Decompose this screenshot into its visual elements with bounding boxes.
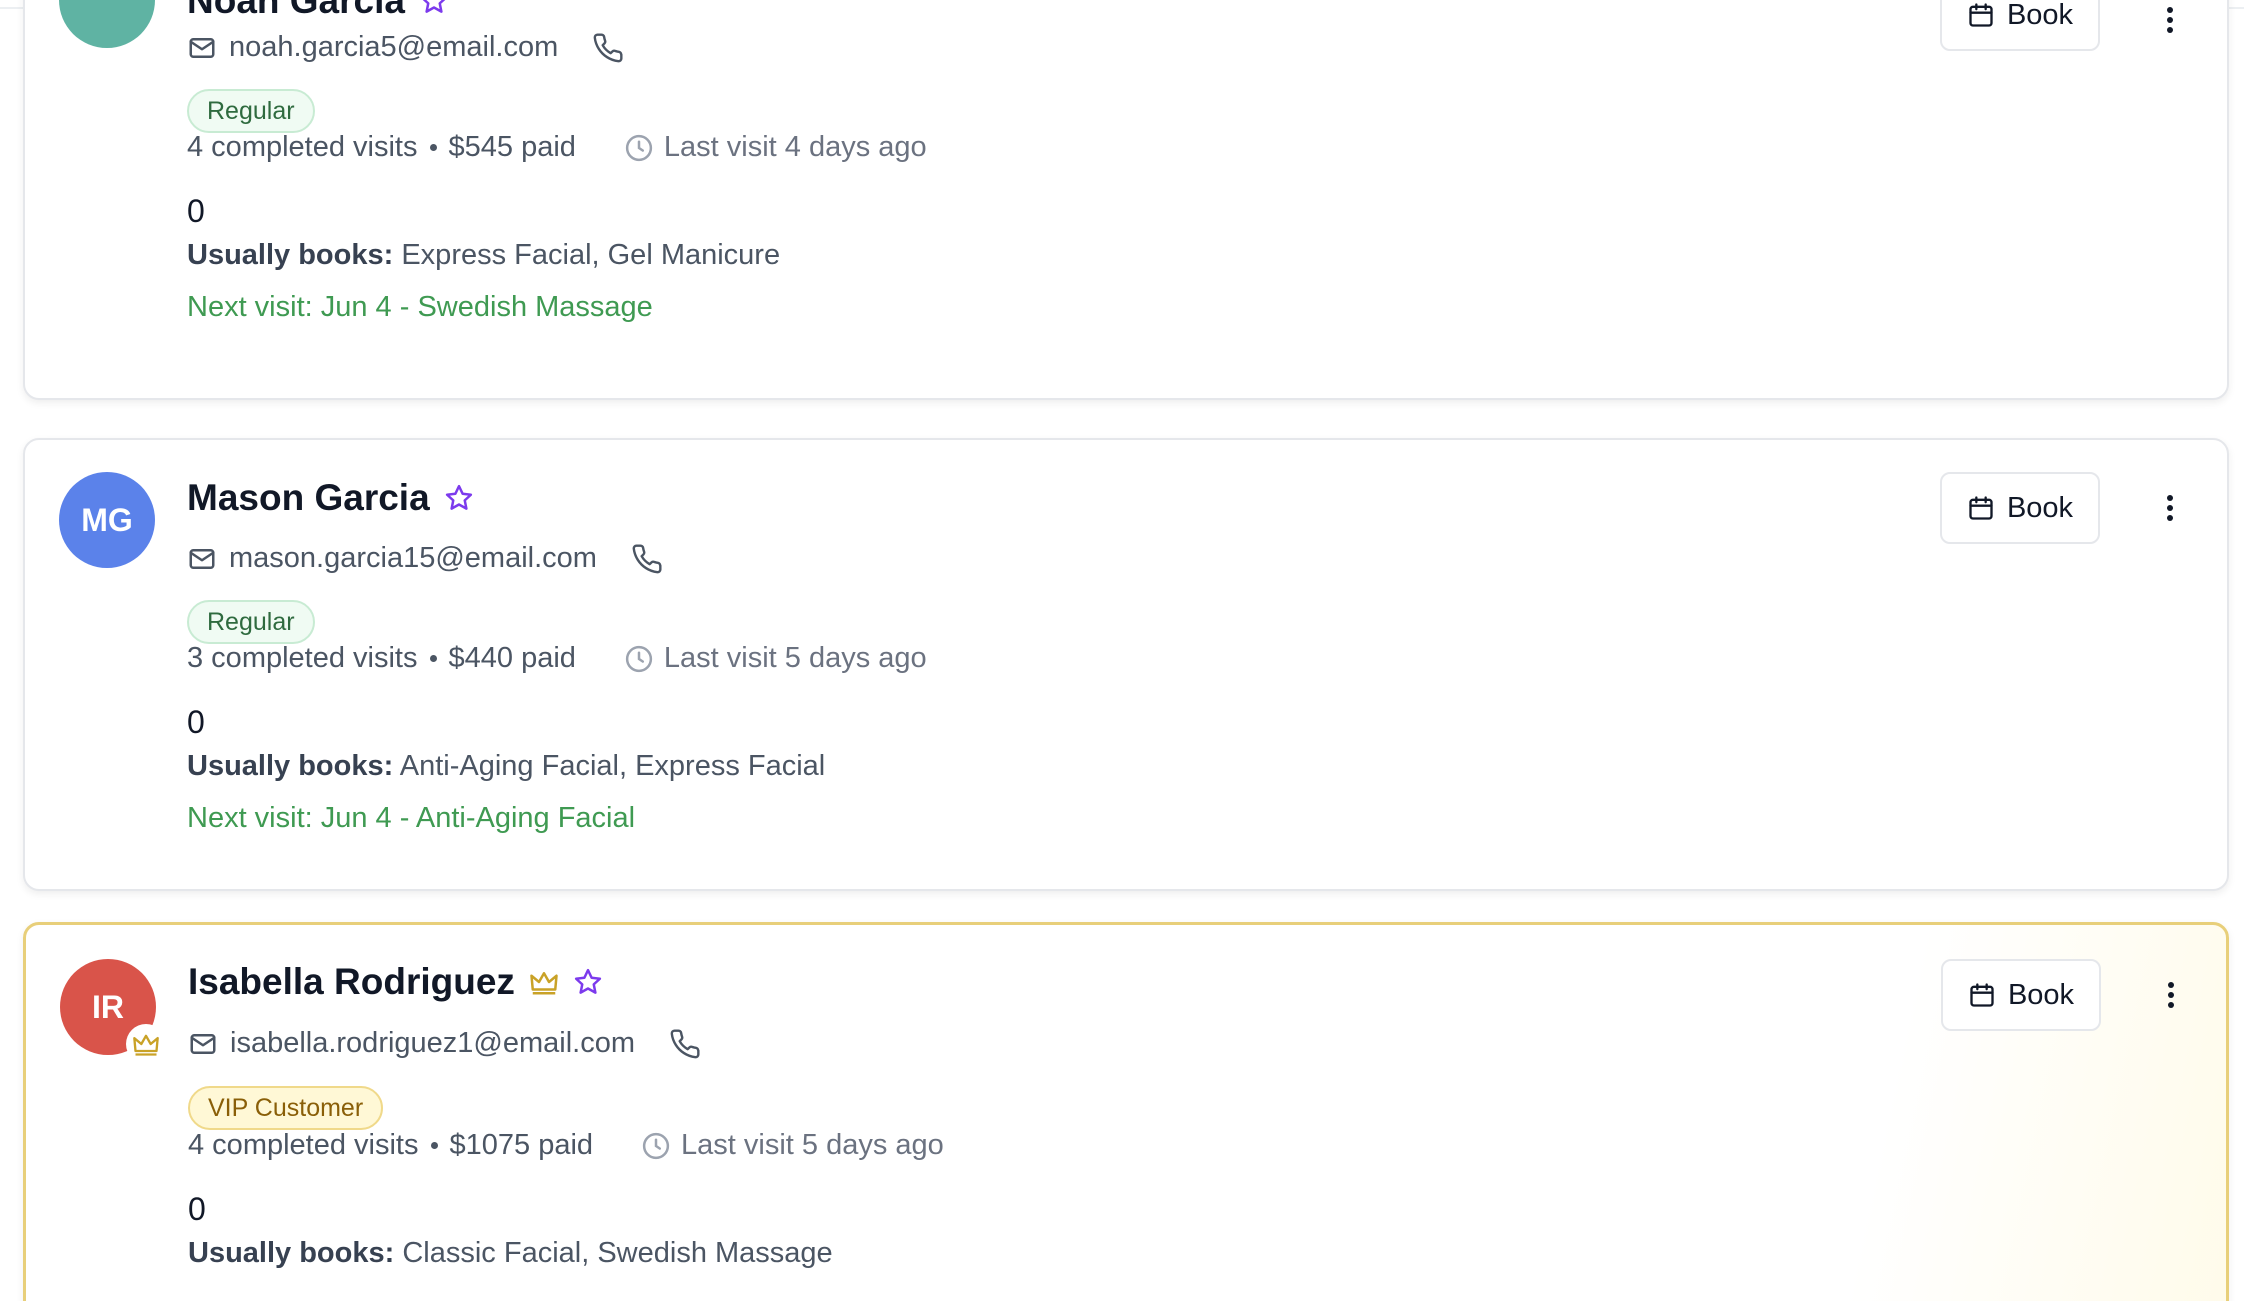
favorite-star-icon[interactable] bbox=[573, 967, 603, 997]
usually-books-label: Usually books: bbox=[187, 239, 394, 271]
last-visit: Last visit 4 days ago bbox=[624, 131, 927, 164]
vip-avatar-badge bbox=[126, 1024, 166, 1064]
avatar: MG bbox=[59, 472, 155, 568]
client-name[interactable]: Mason Garcia bbox=[187, 477, 430, 519]
calendar-icon bbox=[1968, 981, 1996, 1009]
book-label: Book bbox=[2006, 0, 2074, 31]
book-button[interactable]: Book bbox=[1941, 959, 2101, 1031]
client-name[interactable]: Noah Garcia bbox=[187, 0, 405, 22]
last-visit-text: Last visit 5 days ago bbox=[681, 1129, 944, 1161]
usually-books: Usually books: Express Facial, Gel Manic… bbox=[187, 239, 780, 272]
usually-books: Usually books: Classic Facial, Swedish M… bbox=[188, 1237, 833, 1270]
visit-stats: 3 completed visits $440 paid Last visit … bbox=[187, 642, 927, 675]
usually-books-label: Usually books: bbox=[187, 750, 394, 782]
separator-dot bbox=[429, 655, 437, 662]
client-name-row: Isabella Rodriguez bbox=[188, 961, 603, 1003]
completed-visits: 4 completed visits bbox=[187, 131, 418, 163]
next-visit[interactable]: Next visit: Jun 4 - Swedish Massage bbox=[187, 291, 653, 324]
favorite-star-icon[interactable] bbox=[444, 483, 474, 513]
mail-icon bbox=[188, 1029, 218, 1059]
status-badge: Regular bbox=[187, 89, 315, 133]
separator-dot bbox=[429, 144, 437, 151]
amount-paid: $1075 paid bbox=[449, 1129, 594, 1161]
usually-books: Usually books: Anti-Aging Facial, Expres… bbox=[187, 750, 825, 783]
usually-books-services: Anti-Aging Facial, Express Facial bbox=[399, 750, 826, 782]
client-card: MG Mason Garcia mason.garcia15@email.com… bbox=[23, 438, 2229, 891]
client-card-vip: IR Isabella Rodriguez isabella.rodriguez… bbox=[23, 922, 2229, 1301]
client-email[interactable]: mason.garcia15@email.com bbox=[229, 542, 597, 575]
contact-row: isabella.rodriguez1@email.com bbox=[188, 1027, 701, 1060]
mail-icon bbox=[187, 33, 217, 63]
contact-row: mason.garcia15@email.com bbox=[187, 542, 663, 575]
usually-books-services: Express Facial, Gel Manicure bbox=[401, 239, 781, 271]
last-visit: Last visit 5 days ago bbox=[624, 642, 927, 675]
more-options-button[interactable] bbox=[2155, 483, 2185, 533]
client-name[interactable]: Isabella Rodriguez bbox=[188, 961, 515, 1003]
avatar-initials: IR bbox=[92, 988, 124, 1025]
book-button[interactable]: Book bbox=[1940, 0, 2100, 51]
visit-count: 0 bbox=[187, 704, 205, 740]
last-visit: Last visit 5 days ago bbox=[641, 1129, 944, 1162]
crown-icon bbox=[132, 1032, 160, 1056]
vip-badge: VIP Customer bbox=[188, 1086, 384, 1130]
contact-row: noah.garcia5@email.com bbox=[187, 31, 624, 64]
completed-visits: 3 completed visits bbox=[187, 642, 418, 674]
crown-icon bbox=[529, 969, 559, 995]
clock-icon bbox=[624, 133, 654, 163]
amount-paid: $545 paid bbox=[448, 131, 576, 163]
completed-visits: 4 completed visits bbox=[188, 1129, 419, 1161]
client-email[interactable]: noah.garcia5@email.com bbox=[229, 31, 558, 64]
clock-icon bbox=[641, 1131, 671, 1161]
favorite-star-icon[interactable] bbox=[419, 0, 449, 16]
next-visit[interactable]: Next visit: Jun 4 - Anti-Aging Facial bbox=[187, 802, 635, 835]
book-label: Book bbox=[2007, 978, 2075, 1011]
amount-paid: $440 paid bbox=[448, 642, 576, 674]
avatar-initials: NG bbox=[83, 0, 131, 7]
avatar: NG bbox=[59, 0, 155, 48]
calendar-icon bbox=[1967, 1, 1995, 29]
visit-stats: 4 completed visits $545 paid Last visit … bbox=[187, 131, 927, 164]
client-name-row: Mason Garcia bbox=[187, 477, 474, 519]
more-options-button[interactable] bbox=[2156, 970, 2186, 1020]
phone-icon[interactable] bbox=[669, 1028, 701, 1060]
phone-icon[interactable] bbox=[631, 543, 663, 575]
last-visit-text: Last visit 5 days ago bbox=[663, 642, 927, 674]
more-options-button[interactable] bbox=[2155, 0, 2185, 45]
phone-icon[interactable] bbox=[592, 32, 624, 64]
calendar-icon bbox=[1967, 494, 1995, 522]
separator-dot bbox=[430, 1142, 438, 1149]
mail-icon bbox=[187, 544, 217, 574]
last-visit-text: Last visit 4 days ago bbox=[663, 131, 927, 163]
usually-books-services: Classic Facial, Swedish Massage bbox=[402, 1237, 833, 1269]
client-card: NG Noah Garcia noah.garcia5@email.com Re… bbox=[23, 0, 2229, 400]
visit-count: 0 bbox=[187, 193, 205, 229]
client-name-row: Noah Garcia bbox=[187, 0, 449, 22]
client-email[interactable]: isabella.rodriguez1@email.com bbox=[230, 1027, 635, 1060]
visit-count: 0 bbox=[188, 1191, 206, 1227]
book-button[interactable]: Book bbox=[1940, 472, 2100, 544]
status-badge: Regular bbox=[187, 600, 315, 644]
avatar-initials: MG bbox=[81, 501, 133, 538]
clock-icon bbox=[624, 644, 654, 674]
book-label: Book bbox=[2006, 491, 2074, 524]
usually-books-label: Usually books: bbox=[188, 1237, 395, 1269]
visit-stats: 4 completed visits $1075 paid Last visit… bbox=[188, 1129, 944, 1162]
